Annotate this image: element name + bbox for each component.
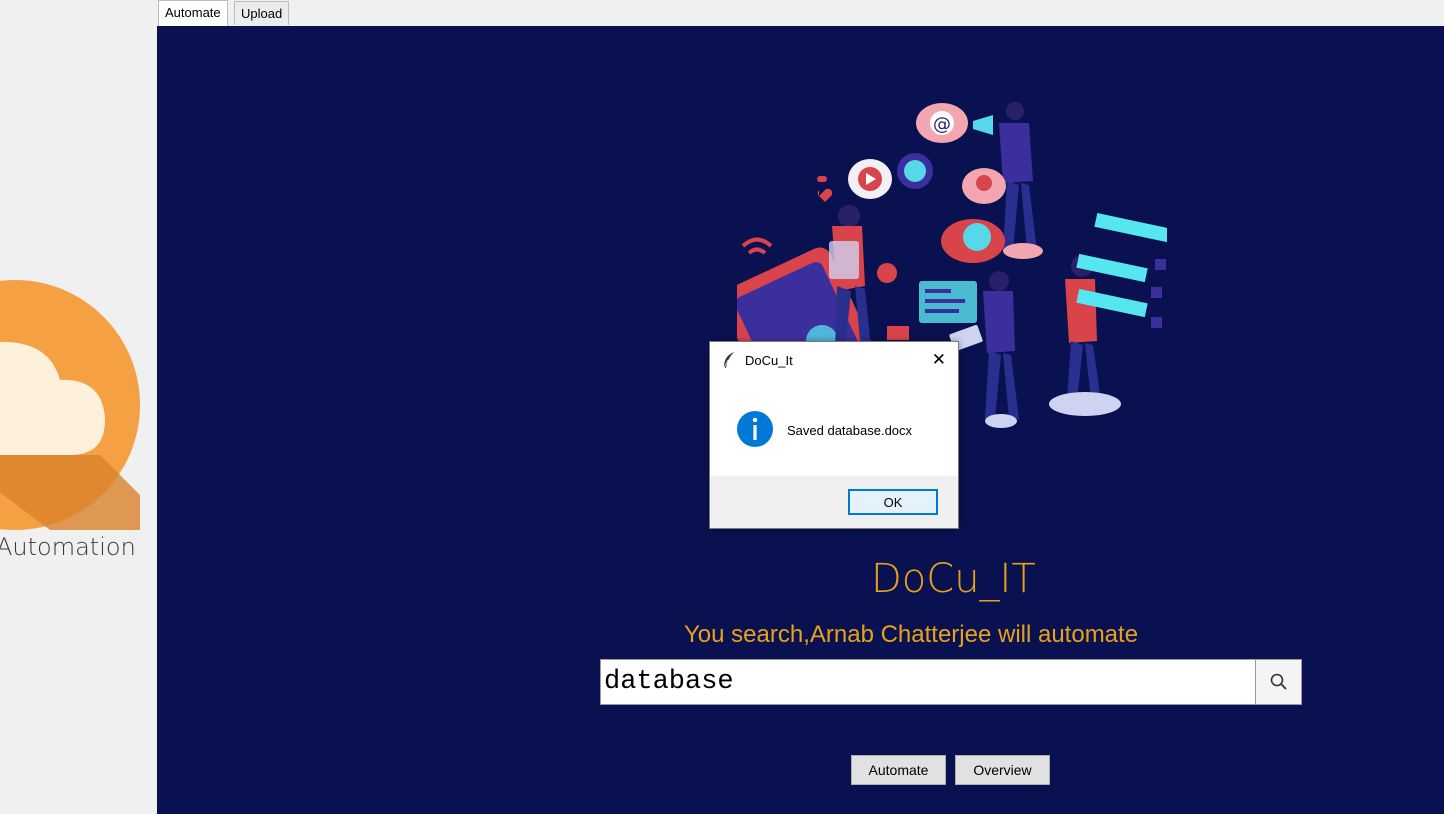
tab-upload[interactable]: Upload: [234, 1, 290, 25]
tab-bar: Automate Upload: [157, 0, 1444, 27]
dialog-message: Saved database.docx: [787, 423, 913, 438]
search-bar: [600, 659, 1302, 705]
close-icon[interactable]: ✕: [932, 351, 946, 368]
dialog-body: Saved database.docx: [710, 378, 958, 477]
feather-icon: [723, 352, 734, 369]
app-label: Automation: [0, 533, 136, 561]
left-panel: Automation: [0, 0, 158, 814]
search-button[interactable]: [1256, 660, 1301, 704]
search-icon: [1270, 673, 1287, 690]
tab-automate[interactable]: Automate: [158, 0, 228, 27]
dialog-footer: OK: [710, 476, 958, 528]
overview-button[interactable]: Overview: [955, 755, 1050, 785]
search-input[interactable]: [601, 660, 1256, 704]
ok-button[interactable]: OK: [848, 489, 938, 515]
automate-button[interactable]: Automate: [851, 755, 946, 785]
info-icon: [737, 411, 773, 447]
info-dialog: DoCu_It ✕ Saved database.docx OK: [709, 341, 959, 529]
dialog-title: DoCu_It: [745, 353, 793, 368]
dialog-titlebar[interactable]: DoCu_It ✕: [710, 342, 958, 378]
svg-text:@: @: [933, 114, 951, 135]
cloud-icon: [0, 280, 140, 530]
